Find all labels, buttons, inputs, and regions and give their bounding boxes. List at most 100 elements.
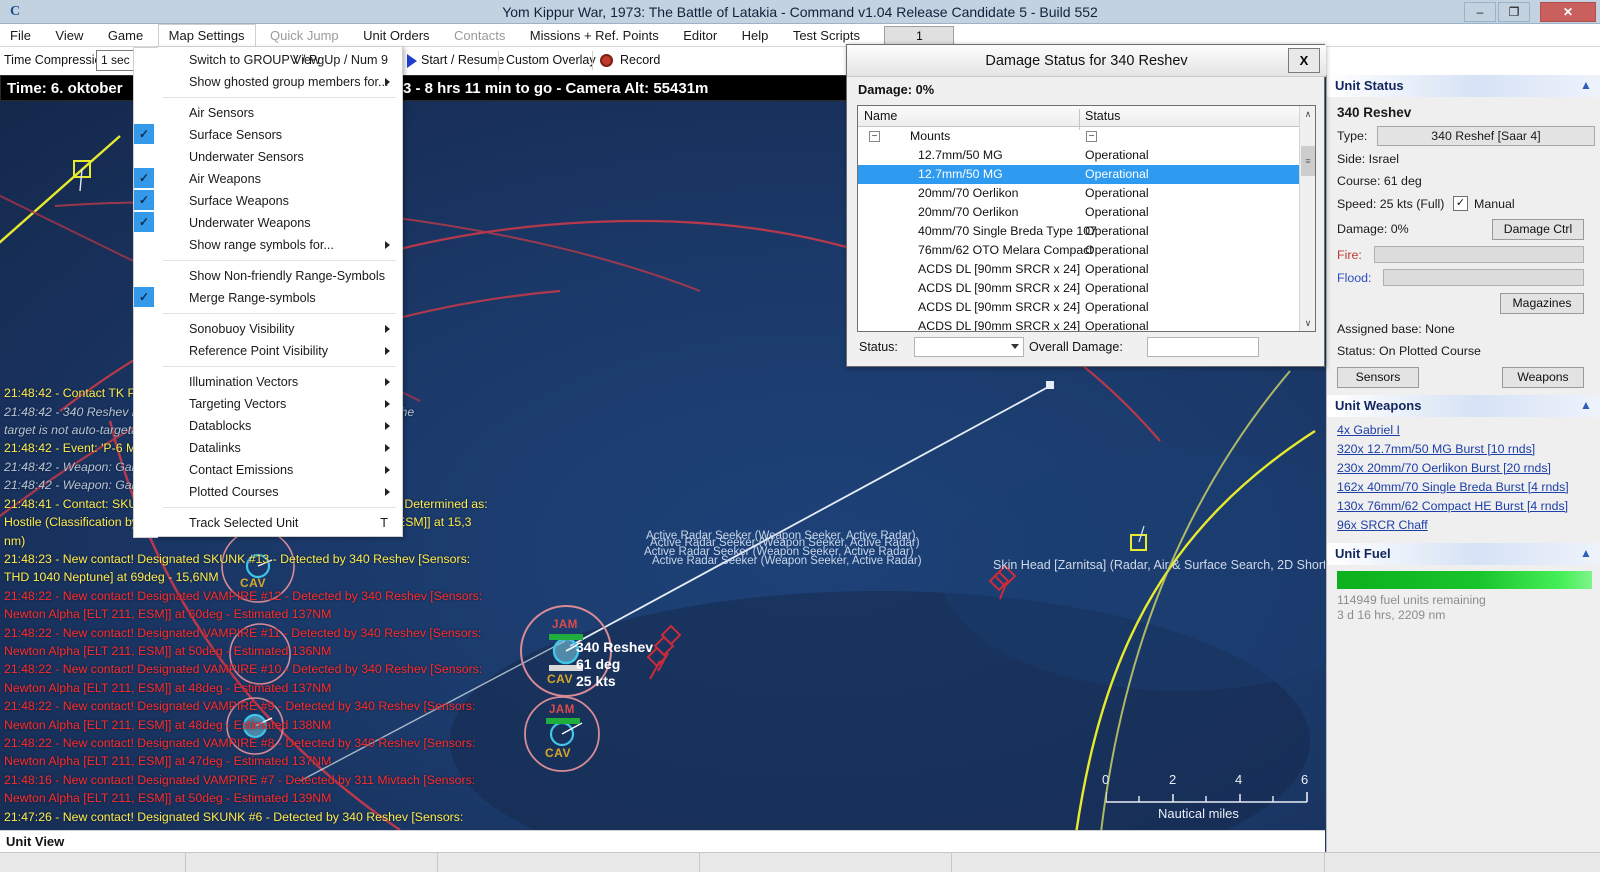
menu-item-switch-to-group-view[interactable]: Switch to GROUP View V / PgUp / Num 9 bbox=[157, 49, 402, 71]
menu-item-contact-emissions[interactable]: Contact Emissions bbox=[157, 459, 402, 481]
menu-item-plotted-courses[interactable]: Plotted Courses bbox=[157, 481, 402, 503]
menu-item-surface-sensors[interactable]: Surface Sensors bbox=[157, 124, 402, 146]
menu-game[interactable]: Game bbox=[98, 24, 153, 47]
menu-file[interactable]: File bbox=[0, 24, 41, 47]
weapon-link[interactable]: 130x 76mm/62 Compact HE Burst [4 rnds] bbox=[1337, 497, 1592, 516]
damage-table-row[interactable]: ACDS DL [90mm SRCR x 24] Operational bbox=[858, 298, 1315, 317]
weapon-link[interactable]: 4x Gabriel I bbox=[1337, 421, 1592, 440]
menu-view[interactable]: View bbox=[45, 24, 93, 47]
menu-help[interactable]: Help bbox=[732, 24, 779, 47]
map-settings-dropdown[interactable]: Switch to GROUP View V / PgUp / Num 9 Show… bbox=[133, 46, 403, 538]
window-title: Yom Kippur War, 1973: The Battle of Lata… bbox=[502, 4, 1098, 20]
damage-row-status: Operational bbox=[1085, 148, 1149, 162]
menu-item-targeting-vectors[interactable]: Targeting Vectors bbox=[157, 393, 402, 415]
unit-order-status: Status: On Plotted Course bbox=[1337, 344, 1481, 358]
menu-checkbox-checked-icon[interactable]: ✓ bbox=[134, 124, 154, 144]
menu-item-illumination-vectors[interactable]: Illumination Vectors bbox=[157, 371, 402, 393]
menu-checkbox-checked-icon[interactable]: ✓ bbox=[134, 168, 154, 188]
menu-item-show-non-friendly-range-symbols[interactable]: Show Non-friendly Range-Symbols bbox=[157, 265, 402, 287]
menu-item-surface-weapons[interactable]: Surface Weapons bbox=[157, 190, 402, 212]
menu-contacts[interactable]: Contacts bbox=[444, 24, 515, 47]
damage-row-name: 76mm/62 OTO Melara Compact bbox=[918, 243, 1093, 257]
menu-item-merge-range-symbols[interactable]: Merge Range-symbols bbox=[157, 287, 402, 309]
menu-checkbox-checked-icon[interactable]: ✓ bbox=[134, 190, 154, 210]
damage-table-row[interactable]: 20mm/70 Oerlikon Operational bbox=[858, 203, 1315, 222]
unit-status-body: 340 Reshev Type: 340 Reshef [Saar 4] Sid… bbox=[1327, 97, 1600, 395]
damage-table-row[interactable]: 40mm/70 Single Breda Type 107 Operational bbox=[858, 222, 1315, 241]
damage-status-dropdown[interactable] bbox=[914, 337, 1024, 357]
damage-table-row[interactable]: 20mm/70 Oerlikon Operational bbox=[858, 184, 1315, 203]
collapse-unit-fuel-icon[interactable]: ▲ bbox=[1578, 546, 1594, 562]
bottom-strip bbox=[0, 852, 1600, 872]
unit-damage-value: Damage: 0% bbox=[1337, 222, 1409, 236]
manual-checkbox[interactable]: ✓ bbox=[1453, 196, 1468, 211]
menu-map-settings[interactable]: Map Settings bbox=[157, 24, 256, 47]
damage-component-table[interactable]: Name Status − Mounts − 12.7mm/50 MG Opera… bbox=[857, 105, 1316, 332]
unit-type-value[interactable]: 340 Reshef [Saar 4] bbox=[1377, 126, 1595, 146]
menu-checkbox-checked-icon[interactable]: ✓ bbox=[134, 287, 154, 307]
damage-table-row[interactable]: ACDS DL [90mm SRCR x 24] Operational bbox=[858, 260, 1315, 279]
damage-dialog-close-button[interactable]: X bbox=[1288, 48, 1320, 73]
scale-tick-4: 4 bbox=[1235, 772, 1243, 787]
close-button[interactable]: ✕ bbox=[1540, 2, 1596, 22]
damage-table-row[interactable]: 12.7mm/50 MG Operational bbox=[858, 146, 1315, 165]
menu-unit-orders[interactable]: Unit Orders bbox=[353, 24, 439, 47]
scroll-down-icon[interactable]: ∨ bbox=[1300, 315, 1315, 331]
group-expander-status-icon[interactable]: − bbox=[1086, 131, 1097, 142]
minimize-button[interactable]: – bbox=[1464, 2, 1496, 22]
weapons-button[interactable]: Weapons bbox=[1502, 367, 1584, 388]
menu-item-datablocks[interactable]: Datablocks bbox=[157, 415, 402, 437]
unit-speed-row: Speed: 25 kts (Full) ✓ Manual bbox=[1337, 195, 1592, 216]
menu-item-track-selected-unit[interactable]: Track Selected Unit T bbox=[157, 512, 402, 534]
magazines-button[interactable]: Magazines bbox=[1500, 293, 1584, 314]
maximize-button[interactable]: ❐ bbox=[1498, 2, 1530, 22]
menu-item-datalinks[interactable]: Datalinks bbox=[157, 437, 402, 459]
damage-row-status: Operational bbox=[1085, 224, 1149, 238]
menu-item-underwater-weapons[interactable]: Underwater Weapons bbox=[157, 212, 402, 234]
damage-status-dialog[interactable]: Damage Status for 340 Reshev X Damage: 0… bbox=[846, 44, 1326, 367]
menu-item-show-range-symbols-for[interactable]: Show range symbols for... bbox=[157, 234, 402, 256]
weapon-link[interactable]: 320x 12.7mm/50 MG Burst [10 rnds] bbox=[1337, 440, 1592, 459]
unit-status-header: Unit Status ▲ bbox=[1327, 75, 1600, 97]
record-button[interactable]: Record bbox=[620, 53, 660, 67]
menu-quick-jump[interactable]: Quick Jump bbox=[260, 24, 349, 47]
log-message: 21:48:23 - New contact! Designated SKUNK… bbox=[4, 551, 471, 566]
menu-item-air-sensors[interactable]: Air Sensors bbox=[157, 102, 402, 124]
menu-editor[interactable]: Editor bbox=[673, 24, 727, 47]
manual-label: Manual bbox=[1474, 197, 1515, 211]
scroll-thumb[interactable]: ≡ bbox=[1301, 146, 1315, 176]
menu-item-reference-point-visibility[interactable]: Reference Point Visibility bbox=[157, 340, 402, 362]
damage-table-row[interactable]: 12.7mm/50 MG Operational bbox=[858, 165, 1315, 184]
scroll-up-icon[interactable]: ∧ bbox=[1300, 106, 1315, 122]
sensors-button[interactable]: Sensors bbox=[1337, 367, 1419, 388]
menu-item-sonobuoy-visibility[interactable]: Sonobuoy Visibility bbox=[157, 318, 402, 340]
weapon-link[interactable]: 230x 20mm/70 Oerlikon Burst [20 rnds] bbox=[1337, 459, 1592, 478]
menu-item-show-ghosted-group-members-for[interactable]: Show ghosted group members for... bbox=[157, 71, 402, 93]
play-icon[interactable] bbox=[407, 54, 417, 68]
damage-dialog-footer: Status: Overall Damage: bbox=[857, 337, 1316, 359]
menu-checkbox-checked-icon[interactable]: ✓ bbox=[134, 212, 154, 232]
custom-overlay-button[interactable]: Custom Overlay bbox=[506, 53, 596, 67]
weapon-link[interactable]: 162x 40mm/70 Single Breda Burst [4 rnds] bbox=[1337, 478, 1592, 497]
menu-missions-ref-points[interactable]: Missions + Ref. Points bbox=[520, 24, 669, 47]
menu-item-air-weapons[interactable]: Air Weapons bbox=[157, 168, 402, 190]
record-icon[interactable] bbox=[600, 54, 613, 67]
menu-counter-field[interactable]: 1 bbox=[884, 26, 955, 45]
damage-table-scrollbar[interactable]: ∧ ≡ ∨ bbox=[1299, 106, 1315, 331]
group-expander-name-icon[interactable]: − bbox=[869, 131, 880, 142]
submenu-arrow-icon bbox=[385, 241, 390, 249]
map-scale-bar: 0 2 4 6 Nautical miles bbox=[1102, 772, 1311, 821]
damage-ctrl-button[interactable]: Damage Ctrl bbox=[1492, 219, 1584, 240]
menu-item-underwater-sensors[interactable]: Underwater Sensors bbox=[157, 146, 402, 168]
unit-type-label: Type: bbox=[1337, 129, 1368, 143]
start-resume-button[interactable]: Start / Resume bbox=[421, 53, 504, 67]
damage-table-row[interactable]: ACDS DL [90mm SRCR x 24] Operational bbox=[858, 279, 1315, 298]
menu-item-label: Merge Range-symbols bbox=[189, 291, 316, 305]
menu-item-label: Illumination Vectors bbox=[189, 375, 299, 389]
collapse-unit-status-icon[interactable]: ▲ bbox=[1578, 78, 1594, 94]
damage-table-row[interactable]: ACDS DL [90mm SRCR x 24] Operational bbox=[858, 317, 1315, 331]
weapon-link[interactable]: 96x SRCR Chaff bbox=[1337, 516, 1592, 535]
damage-group-row[interactable]: − Mounts − bbox=[858, 127, 1315, 146]
damage-table-row[interactable]: 76mm/62 OTO Melara Compact Operational bbox=[858, 241, 1315, 260]
collapse-unit-weapons-icon[interactable]: ▲ bbox=[1578, 398, 1594, 414]
